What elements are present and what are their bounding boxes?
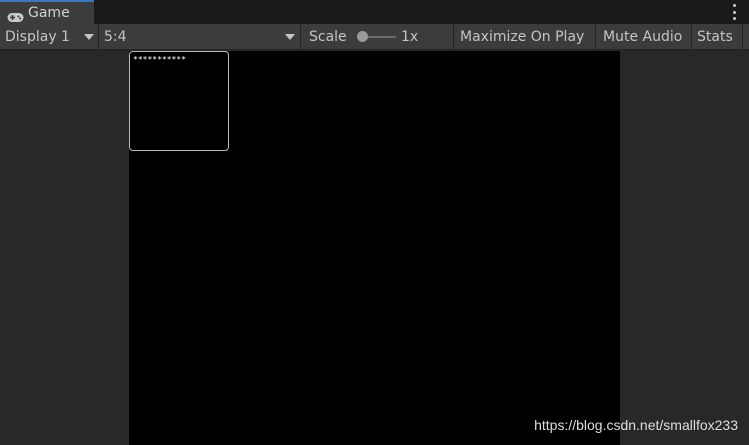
tab-game[interactable]: Game xyxy=(0,0,94,24)
stats-label: Stats xyxy=(697,28,733,45)
maximize-on-play-button[interactable]: Maximize On Play xyxy=(454,24,595,49)
scale-slider-thumb[interactable] xyxy=(357,31,368,42)
tab-bar: Game xyxy=(0,0,749,24)
maximize-label: Maximize On Play xyxy=(460,28,585,45)
scale-label: Scale xyxy=(309,29,347,45)
game-toolbar: Display 1 5:4 Scale 1x Maximize On Play … xyxy=(0,24,749,50)
ui-panel: *********** xyxy=(129,51,229,151)
aspect-label: 5:4 xyxy=(104,28,127,45)
chevron-down-icon xyxy=(84,34,94,40)
display-label: Display 1 xyxy=(5,28,70,45)
chevron-down-icon xyxy=(285,34,295,40)
game-viewport: *********** https://blog.csdn.net/smallf… xyxy=(0,51,749,445)
gamepad-icon xyxy=(7,8,24,22)
tab-label: Game xyxy=(28,5,70,21)
mute-audio-button[interactable]: Mute Audio xyxy=(596,24,691,49)
mute-label: Mute Audio xyxy=(603,28,683,45)
kebab-menu-icon[interactable] xyxy=(731,4,737,20)
scale-value: 1x xyxy=(401,29,419,45)
toolbar-divider xyxy=(742,24,743,49)
ui-panel-text: *********** xyxy=(133,55,186,64)
aspect-dropdown[interactable]: 5:4 xyxy=(99,24,300,49)
game-screen[interactable]: *********** xyxy=(129,51,620,445)
scale-control: Scale 1x xyxy=(301,24,453,49)
watermark-text: https://blog.csdn.net/smallfox233 xyxy=(534,417,738,433)
game-window: Game Display 1 5:4 Scale 1x Maximize On … xyxy=(0,0,749,445)
stats-button[interactable]: Stats xyxy=(692,24,742,49)
display-dropdown[interactable]: Display 1 xyxy=(0,24,98,49)
